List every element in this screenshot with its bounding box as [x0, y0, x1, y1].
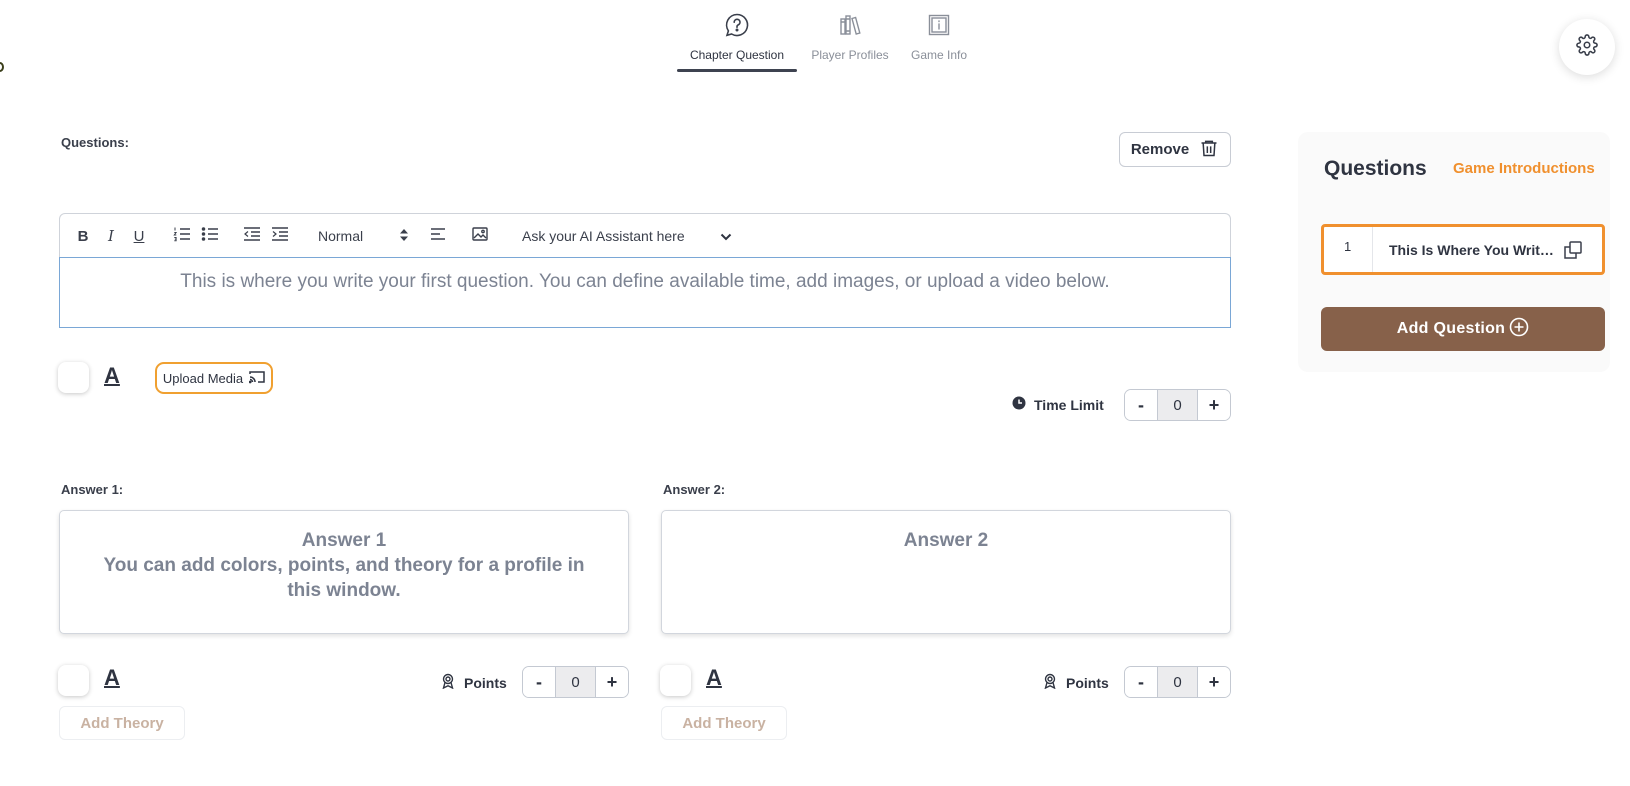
answer-1-points-increment-button[interactable]: + [596, 667, 628, 697]
answer-2-points-increment-button[interactable]: + [1198, 667, 1230, 697]
time-limit-label: Time Limit [1012, 396, 1104, 413]
italic-button[interactable]: I [102, 226, 120, 246]
add-question-label: Add Question [1396, 320, 1506, 337]
settings-button[interactable] [1559, 19, 1615, 75]
question-item-divider [1372, 227, 1373, 272]
question-color-checkbox[interactable] [58, 362, 89, 393]
clock-icon [1012, 396, 1026, 413]
indent-icon [271, 226, 289, 246]
answer-2-add-theory-button[interactable]: Add Theory [661, 706, 787, 740]
top-navigation: Chapter Question Player Profiles Game In… [0, 0, 1630, 80]
game-introductions-link[interactable]: Game Introductions [1453, 160, 1595, 177]
answer-1-color-checkbox[interactable] [58, 665, 89, 696]
cast-icon [248, 370, 265, 387]
question-placeholder: This is where you write your first quest… [180, 271, 1110, 292]
answer-1-points-label: Points [441, 673, 507, 692]
answer-1-add-theory-button[interactable]: Add Theory [59, 706, 185, 740]
copy-icon[interactable] [1561, 238, 1585, 262]
question-number: 1 [1344, 239, 1352, 254]
image-icon [472, 227, 488, 245]
tab-chapter-question-label: Chapter Question [689, 48, 785, 62]
answer-2-points-value[interactable]: 0 [1157, 667, 1198, 697]
question-rich-text-editor: B I U Normal Ask your AI Assistant here … [59, 213, 1231, 328]
heading-select[interactable]: Normal [318, 226, 408, 246]
question-list-item[interactable]: 1 This Is Where You Write Your First Que… [1321, 224, 1605, 275]
question-title: This Is Where You Write Your First Quest… [1389, 242, 1559, 258]
time-limit-increment-button[interactable]: + [1198, 390, 1230, 420]
answer-1-text-color-button[interactable]: A [104, 665, 120, 691]
editor-toolbar: B I U Normal Ask your AI Assistant here [59, 213, 1231, 257]
time-limit-decrement-button[interactable]: - [1125, 390, 1157, 420]
remove-question-button[interactable]: Remove [1119, 132, 1231, 167]
remove-label: Remove [1130, 141, 1190, 158]
align-button[interactable] [428, 226, 448, 246]
tab-player-profiles-label: Player Profiles [811, 48, 889, 62]
chevron-down-icon [720, 228, 732, 244]
tab-game-info[interactable]: Game Info [910, 10, 968, 72]
active-tab-indicator [677, 69, 797, 72]
outdent-icon [243, 226, 261, 246]
answer-1-body: You can add colors, points, and theory f… [103, 555, 585, 601]
bullet-list-button[interactable] [200, 226, 220, 246]
answer-2-color-checkbox[interactable] [660, 665, 691, 696]
answer-1-title: Answer 1 [301, 530, 387, 551]
tab-game-info-label: Game Info [910, 48, 968, 62]
books-icon [835, 10, 865, 40]
upload-media-button[interactable]: Upload Media [155, 362, 273, 394]
align-left-icon [430, 227, 446, 245]
answer-1-points-text: Points [464, 674, 507, 691]
add-question-button[interactable]: Add Question [1321, 307, 1605, 351]
question-text-color-button[interactable]: A [104, 363, 120, 389]
question-text-area[interactable]: This is where you write your first quest… [59, 257, 1231, 328]
bold-button[interactable]: B [74, 226, 92, 246]
indent-button[interactable] [270, 226, 290, 246]
answer-2-points-decrement-button[interactable]: - [1125, 667, 1157, 697]
tab-player-profiles[interactable]: Player Profiles [808, 10, 892, 72]
plus-circle-icon [1509, 317, 1529, 342]
answer-2-points-stepper: - 0 + [1124, 666, 1231, 698]
answer-2-points-text: Points [1066, 674, 1109, 691]
outdent-button[interactable] [242, 226, 262, 246]
chat-question-icon [722, 10, 752, 40]
trash-icon [1199, 138, 1219, 162]
answer-1-text-box[interactable]: Answer 1 You can add colors, points, and… [59, 510, 629, 634]
bullet-list-icon [201, 226, 219, 246]
answer-2-text-color-button[interactable]: A [706, 665, 722, 691]
ai-assistant-select-value: Ask your AI Assistant here [522, 228, 685, 244]
answer-1-points-decrement-button[interactable]: - [523, 667, 555, 697]
heading-select-value: Normal [318, 228, 364, 244]
select-arrows-icon [400, 228, 408, 244]
answer-1-label: Answer 1: [61, 482, 124, 497]
time-limit-text: Time Limit [1034, 396, 1104, 413]
answer-2-label: Answer 2: [663, 482, 726, 497]
time-limit-stepper: - 0 + [1124, 389, 1231, 421]
insert-image-button[interactable] [470, 226, 490, 246]
award-icon [441, 673, 455, 692]
answer-1-points-value[interactable]: 0 [555, 667, 596, 697]
time-limit-value[interactable]: 0 [1157, 390, 1198, 420]
answer-2-title: Answer 2 [903, 530, 989, 551]
award-icon [1043, 673, 1057, 692]
answer-2-text-box[interactable]: Answer 2 [661, 510, 1231, 634]
ordered-list-icon [173, 226, 191, 246]
tab-chapter-question[interactable]: Chapter Question [688, 10, 786, 72]
answer-2-points-label: Points [1043, 673, 1109, 692]
underline-button[interactable]: U [130, 226, 148, 246]
answer-1-points-stepper: - 0 + [522, 666, 629, 698]
upload-media-label: Upload Media [162, 370, 244, 386]
questions-section-label: Questions: [61, 135, 129, 150]
ordered-list-button[interactable] [172, 226, 192, 246]
info-icon [924, 10, 954, 40]
gear-icon [1576, 33, 1598, 61]
ai-assistant-select[interactable]: Ask your AI Assistant here [522, 226, 732, 246]
questions-panel-title: Questions [1324, 157, 1427, 180]
